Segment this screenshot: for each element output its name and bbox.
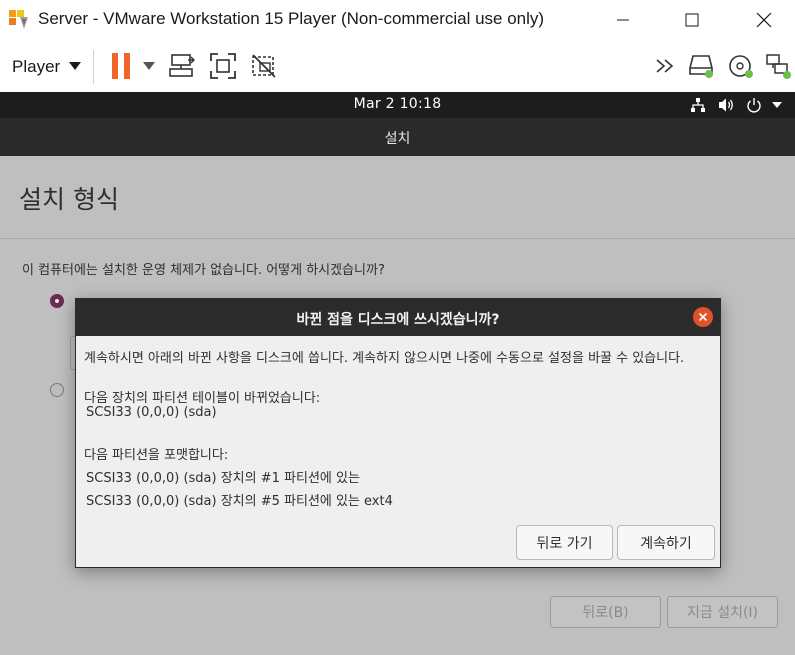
toolbar-separator	[93, 50, 94, 84]
minimize-icon	[617, 19, 629, 21]
window-title-bar: Server - VMware Workstation 15 Player (N…	[0, 0, 795, 40]
hard-disk-icon[interactable]	[688, 52, 716, 80]
pause-icon[interactable]	[110, 53, 134, 79]
cd-dvd-icon[interactable]	[728, 52, 756, 80]
pause-dropdown-icon[interactable]	[143, 62, 155, 70]
partition-table-heading: 다음 장치의 파티션 테이블이 바뀌었습니다:	[84, 391, 321, 406]
format-item: SCSI33 (0,0,0) (sda) 장치의 #1 파티션에 있는	[86, 471, 360, 486]
send-ctrl-alt-del-icon[interactable]	[168, 52, 196, 80]
installation-question: 이 컴퓨터에는 설치한 운영 체제가 없습니다. 어떻게 하시겠습니까?	[22, 263, 385, 278]
format-heading: 다음 파티션을 포맷합니다:	[84, 448, 229, 463]
full-screen-icon[interactable]	[209, 52, 237, 80]
dialog-header: 바뀐 점을 디스크에 쓰시겠습니까?	[76, 299, 720, 336]
maximize-icon	[685, 13, 699, 27]
dialog-title: 바뀐 점을 디스크에 쓰시겠습니까?	[296, 312, 500, 328]
partition-table-device: SCSI33 (0,0,0) (sda)	[86, 405, 217, 420]
system-menu-caret-icon[interactable]	[772, 102, 782, 108]
player-menu-caret-icon[interactable]	[69, 62, 81, 70]
installer-header: 설치	[0, 118, 795, 156]
radio-option-2[interactable]	[50, 383, 64, 397]
minimize-button[interactable]	[599, 0, 647, 40]
network-adapter-icon[interactable]	[765, 52, 793, 80]
go-back-button[interactable]: 뒤로 가기	[516, 525, 613, 560]
close-icon	[698, 312, 708, 322]
volume-icon[interactable]	[718, 97, 735, 113]
dialog-intro: 계속하시면 아래의 바뀐 사항을 디스크에 씁니다. 계속하지 않으시면 나중에…	[84, 351, 685, 366]
page-title: 설치 형식	[19, 185, 119, 214]
continue-button[interactable]: 계속하기	[617, 525, 715, 560]
close-icon	[756, 12, 772, 28]
format-item: SCSI33 (0,0,0) (sda) 장치의 #5 파티션에 있는 ext4	[86, 494, 393, 509]
power-icon[interactable]	[746, 97, 762, 113]
player-menu[interactable]: Player	[12, 57, 60, 77]
clock[interactable]: Mar 2 10:18	[0, 96, 795, 112]
maximize-button[interactable]	[668, 0, 716, 40]
install-now-button[interactable]: 지금 설치(I)	[667, 596, 778, 628]
vmware-toolbar: Player	[0, 40, 795, 92]
dialog-close-button[interactable]	[693, 307, 713, 327]
write-changes-dialog: 바뀐 점을 디스크에 쓰시겠습니까? 계속하시면 아래의 바뀐 사항을 디스크에…	[75, 298, 721, 568]
vmware-logo-icon	[9, 10, 28, 29]
ubuntu-top-bar: Mar 2 10:18	[0, 92, 795, 118]
back-button[interactable]: 뒤로(B)	[550, 596, 661, 628]
close-window-button[interactable]	[740, 0, 788, 40]
divider	[0, 238, 795, 239]
window-title: Server - VMware Workstation 15 Player (N…	[38, 9, 545, 28]
unity-mode-icon[interactable]	[250, 52, 278, 80]
more-devices-icon[interactable]	[655, 57, 681, 75]
radio-option-1[interactable]	[50, 294, 64, 308]
installer-title: 설치	[384, 131, 411, 147]
network-icon[interactable]	[690, 97, 706, 113]
